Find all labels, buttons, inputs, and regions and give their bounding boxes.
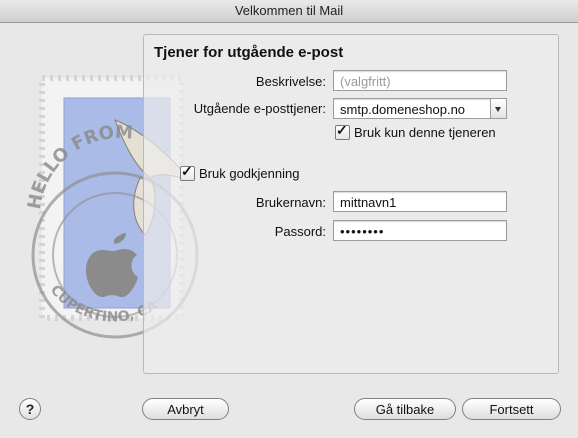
outgoing-server-combo[interactable]: smtp.domeneshop.no: [333, 98, 507, 119]
chevron-down-icon[interactable]: [490, 99, 506, 118]
window-title: Velkommen til Mail: [0, 0, 578, 23]
use-auth-checkbox[interactable]: Bruk godkjenning: [180, 163, 300, 181]
username-field[interactable]: mittnavn1: [333, 191, 507, 212]
cancel-button[interactable]: Avbryt: [142, 398, 229, 420]
password-field[interactable]: ••••••••: [333, 220, 507, 241]
use-auth-label: Bruk godkjenning: [199, 166, 300, 181]
only-this-server-label: Bruk kun denne tjeneren: [354, 125, 496, 140]
description-placeholder: (valgfritt): [340, 74, 391, 89]
back-button[interactable]: Gå tilbake: [354, 398, 456, 420]
checkbox-checked-icon[interactable]: [180, 163, 195, 181]
outgoing-server-value: smtp.domeneshop.no: [340, 102, 466, 117]
password-label: Passord:: [274, 224, 326, 239]
section-heading: Tjener for utgående e-post: [154, 44, 344, 61]
description-field[interactable]: (valgfritt): [333, 70, 507, 91]
help-button[interactable]: ?: [19, 398, 41, 420]
continue-button[interactable]: Fortsett: [462, 398, 561, 420]
only-this-server-checkbox[interactable]: Bruk kun denne tjeneren: [335, 122, 496, 140]
checkbox-checked-icon[interactable]: [335, 122, 350, 140]
description-label: Beskrivelse:: [255, 74, 326, 89]
outgoing-server-label: Utgående e-posttjener:: [193, 101, 326, 116]
username-label: Brukernavn:: [255, 195, 326, 210]
